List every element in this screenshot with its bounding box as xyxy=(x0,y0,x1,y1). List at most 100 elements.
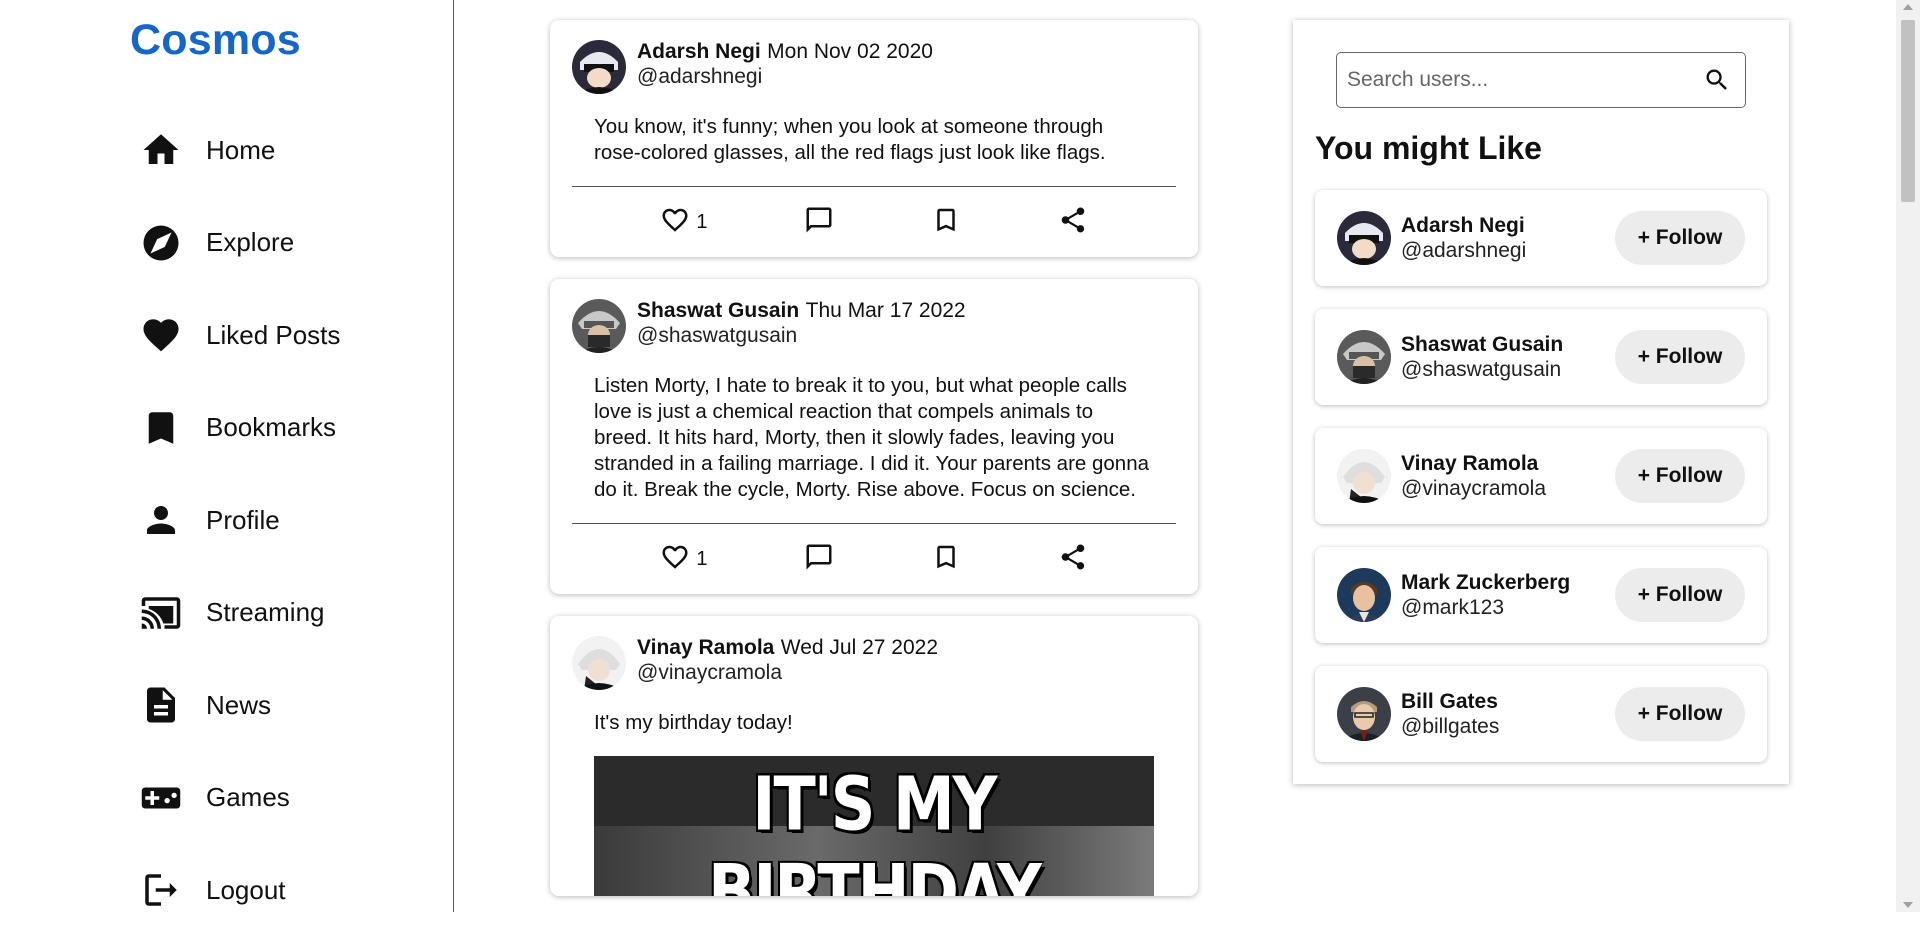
post-text: Listen Morty, I hate to break it to you,… xyxy=(594,374,1149,501)
comment-button[interactable] xyxy=(804,205,834,240)
post-author-handle: @adarshnegi xyxy=(637,65,763,88)
post-actions: 1 xyxy=(572,523,1176,594)
nav-item-news[interactable]: News xyxy=(140,659,340,752)
search-box xyxy=(1336,52,1746,108)
post-author-handle: @shaswatgusain xyxy=(637,324,798,347)
suggestion-handle: @mark123 xyxy=(1401,595,1505,619)
post-text: You know, it's funny; when you look at s… xyxy=(594,115,1106,164)
avatar[interactable] xyxy=(572,299,626,353)
comment-button[interactable] xyxy=(804,542,834,577)
post-card: Vinay Ramola Wed Jul 27 2022 @vinaycramo… xyxy=(550,616,1198,896)
follow-button[interactable]: + Follow xyxy=(1615,687,1745,741)
post-meta: Vinay Ramola Wed Jul 27 2022 @vinaycramo… xyxy=(637,636,938,685)
suggestion-info: Adarsh Negi @adarshnegi xyxy=(1401,214,1526,263)
article-icon xyxy=(140,684,182,726)
suggestions-title: You might Like xyxy=(1315,130,1542,166)
like-button[interactable]: 1 xyxy=(660,205,707,240)
follow-button[interactable]: + Follow xyxy=(1615,211,1745,265)
nav-item-explore[interactable]: Explore xyxy=(140,197,340,290)
nav-label: Games xyxy=(206,782,290,813)
scroll-up-arrow-icon[interactable] xyxy=(1903,4,1913,10)
post-text: It's my birthday today! xyxy=(594,711,793,734)
logout-icon xyxy=(140,869,182,911)
avatar[interactable] xyxy=(572,636,626,690)
suggestion-name[interactable]: Shaswat Gusain xyxy=(1401,333,1563,357)
suggestion-info: Shaswat Gusain @shaswatgusain xyxy=(1401,333,1563,382)
nav-label: Home xyxy=(206,134,276,165)
share-icon xyxy=(1058,542,1088,577)
suggestion-name[interactable]: Adarsh Negi xyxy=(1401,214,1526,238)
post-author-name[interactable]: Vinay Ramola xyxy=(637,636,774,659)
nav-item-streaming[interactable]: Streaming xyxy=(140,567,340,660)
bookmark-button[interactable] xyxy=(931,542,961,577)
post-header: Shaswat Gusain Thu Mar 17 2022 @shaswatg… xyxy=(572,299,1176,353)
post-actions: 1 xyxy=(572,186,1176,257)
nav-item-games[interactable]: Games xyxy=(140,752,340,845)
like-count: 1 xyxy=(696,547,708,570)
suggestion-card: Shaswat Gusain @shaswatgusain + Follow xyxy=(1315,309,1767,405)
follow-button[interactable]: + Follow xyxy=(1615,449,1745,503)
nav-item-liked-posts[interactable]: Liked Posts xyxy=(140,289,340,382)
bookmark-outline-icon xyxy=(931,205,961,240)
suggestion-name[interactable]: Bill Gates xyxy=(1401,690,1499,714)
compass-icon xyxy=(140,222,182,264)
suggestions-panel: You might Like Adarsh Negi @adarshnegi +… xyxy=(1293,20,1789,784)
nav-label: Logout xyxy=(206,874,286,905)
cast-icon xyxy=(140,592,182,634)
suggestion-info: Vinay Ramola @vinaycramola xyxy=(1401,452,1546,501)
avatar[interactable] xyxy=(1337,687,1391,741)
gamepad-icon xyxy=(140,777,182,819)
comment-icon xyxy=(804,205,834,240)
heart-icon xyxy=(140,314,182,356)
post-author-name[interactable]: Adarsh Negi xyxy=(637,40,761,63)
avatar[interactable] xyxy=(572,40,626,94)
post-image[interactable]: IT'S MY BIRTHDAY xyxy=(594,756,1154,896)
post-author-handle: @vinaycramola xyxy=(637,661,783,684)
avatar[interactable] xyxy=(1337,330,1391,384)
nav-item-profile[interactable]: Profile xyxy=(140,474,340,567)
heart-outline-icon xyxy=(660,205,690,240)
nav-label: Liked Posts xyxy=(206,319,341,350)
page-scrollbar[interactable] xyxy=(1896,0,1920,912)
nav-item-logout[interactable]: Logout xyxy=(140,844,340,937)
search-icon[interactable] xyxy=(1703,66,1731,94)
post-author-name[interactable]: Shaswat Gusain xyxy=(637,299,799,322)
nav-menu: Home Explore Liked Posts Bookmarks Profi… xyxy=(140,104,340,937)
search-input[interactable] xyxy=(1337,67,1689,93)
scroll-down-arrow-icon[interactable] xyxy=(1903,902,1913,908)
comment-icon xyxy=(804,542,834,577)
nav-label: Explore xyxy=(206,227,295,258)
follow-button[interactable]: + Follow xyxy=(1615,568,1745,622)
suggestion-handle: @billgates xyxy=(1401,714,1500,738)
avatar[interactable] xyxy=(1337,568,1391,622)
suggestion-handle: @adarshnegi xyxy=(1401,238,1527,262)
share-button[interactable] xyxy=(1058,205,1088,240)
suggestion-name[interactable]: Mark Zuckerberg xyxy=(1401,571,1570,595)
post-header: Adarsh Negi Mon Nov 02 2020 @adarshnegi xyxy=(572,40,1176,94)
scrollbar-thumb[interactable] xyxy=(1901,20,1915,202)
suggestion-handle: @vinaycramola xyxy=(1401,476,1547,500)
post-date: Mon Nov 02 2020 xyxy=(767,40,933,63)
like-button[interactable]: 1 xyxy=(660,542,707,577)
like-count: 1 xyxy=(696,210,708,233)
app-logo[interactable]: Cosmos xyxy=(130,16,301,65)
share-button[interactable] xyxy=(1058,542,1088,577)
suggestion-card: Vinay Ramola @vinaycramola + Follow xyxy=(1315,428,1767,524)
heart-outline-icon xyxy=(660,542,690,577)
post-feed: Adarsh Negi Mon Nov 02 2020 @adarshnegi … xyxy=(550,20,1198,918)
post-meta: Shaswat Gusain Thu Mar 17 2022 @shaswatg… xyxy=(637,299,966,348)
share-icon xyxy=(1058,205,1088,240)
suggestions-list: Adarsh Negi @adarshnegi + Follow Shaswat… xyxy=(1315,190,1767,785)
suggestion-handle: @shaswatgusain xyxy=(1401,357,1562,381)
follow-button[interactable]: + Follow xyxy=(1615,330,1745,384)
nav-label: Streaming xyxy=(206,597,325,628)
bookmark-button[interactable] xyxy=(931,205,961,240)
nav-item-home[interactable]: Home xyxy=(140,104,340,197)
avatar[interactable] xyxy=(1337,449,1391,503)
post-card: Adarsh Negi Mon Nov 02 2020 @adarshnegi … xyxy=(550,20,1198,257)
suggestion-info: Bill Gates @billgates xyxy=(1401,690,1499,739)
avatar[interactable] xyxy=(1337,211,1391,265)
nav-item-bookmarks[interactable]: Bookmarks xyxy=(140,382,340,475)
suggestion-name[interactable]: Vinay Ramola xyxy=(1401,452,1546,476)
person-icon xyxy=(140,499,182,541)
